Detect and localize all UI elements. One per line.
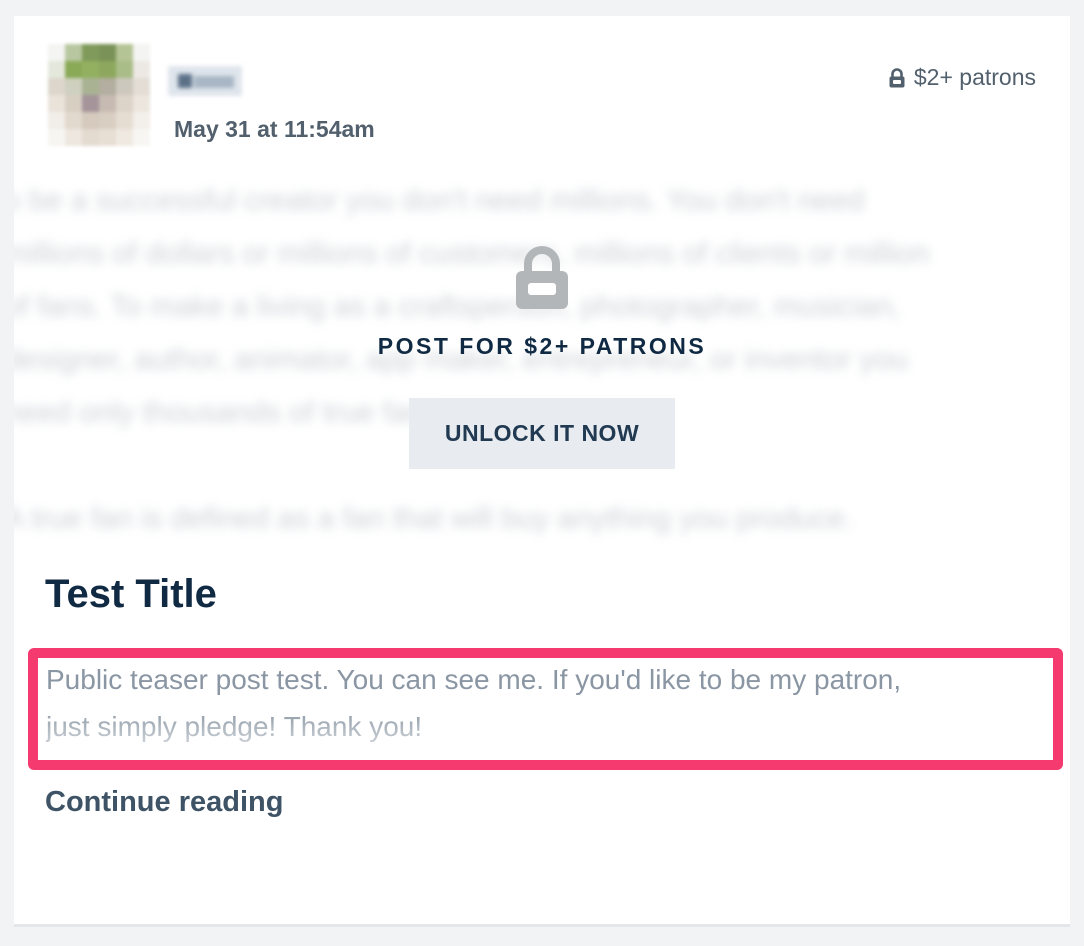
- lock-icon: [889, 67, 905, 87]
- unlock-button[interactable]: UNLOCK IT NOW: [409, 398, 675, 469]
- continue-reading-link[interactable]: Continue reading: [45, 786, 283, 819]
- post-card: May 31 at 11:54am $2+ patrons o be a suc…: [14, 16, 1070, 927]
- locked-label: POST FOR $2+ PATRONS: [377, 333, 707, 359]
- avatar[interactable]: [48, 44, 150, 146]
- tier-badge: $2+ patrons: [889, 64, 1036, 91]
- teaser-text: Public teaser post test. You can see me.…: [46, 656, 1046, 750]
- teaser-line: just simply pledge! Thank you!: [46, 711, 423, 742]
- teaser-line: Public teaser post test. You can see me.…: [46, 664, 902, 695]
- tier-badge-label: $2+ patrons: [913, 64, 1036, 90]
- post-title[interactable]: Test Title: [45, 572, 217, 617]
- locked-overlay: POST FOR $2+ PATRONS UNLOCK IT NOW: [14, 244, 1070, 469]
- post-date[interactable]: May 31 at 11:54am: [174, 116, 375, 143]
- lock-icon: [516, 246, 568, 309]
- creator-name-redacted[interactable]: [168, 60, 242, 96]
